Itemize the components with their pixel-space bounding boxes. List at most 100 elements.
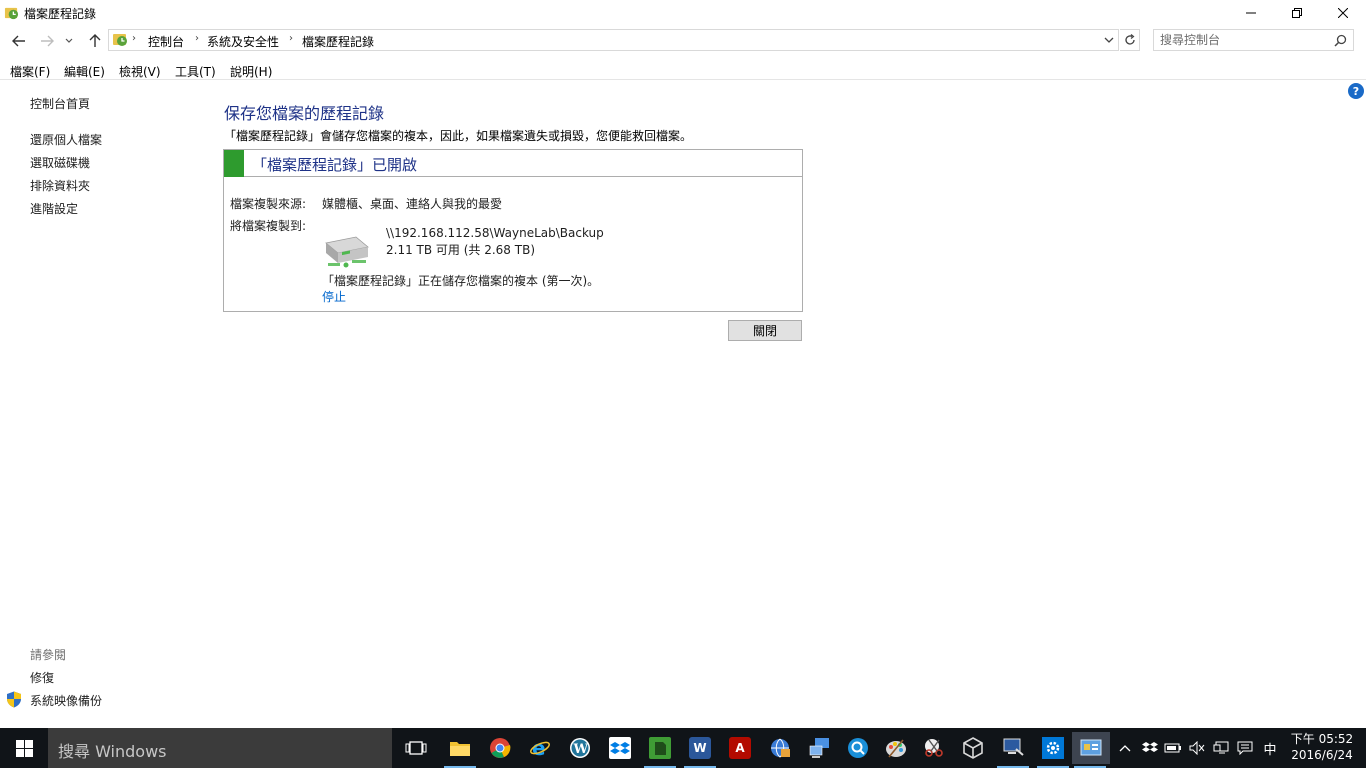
title-bar: 檔案歷程記錄 xyxy=(0,0,1366,26)
tray-network[interactable] xyxy=(1211,728,1231,768)
control-panel-home-link[interactable]: 控制台首頁 xyxy=(30,95,90,112)
breadcrumb-control-panel[interactable]: 控制台 xyxy=(148,33,184,50)
copy-from-label: 檔案複製來源: xyxy=(230,197,307,211)
search-box[interactable] xyxy=(1153,29,1354,51)
system-image-backup-link[interactable]: 系統映像備份 xyxy=(30,692,102,709)
select-drive-link[interactable]: 選取磁碟機 xyxy=(30,154,90,171)
taskbar-settings[interactable] xyxy=(1035,732,1071,768)
clock-time: 下午 05:52 xyxy=(1290,732,1354,746)
menu-file[interactable]: 檔案(F) xyxy=(10,63,50,80)
taskbar-wordpress[interactable]: W xyxy=(562,732,598,764)
status-indicator xyxy=(224,150,244,177)
battery-icon xyxy=(1164,743,1181,753)
page-title: 保存您檔案的歷程記錄 xyxy=(224,104,385,123)
minimize-icon xyxy=(1246,12,1256,14)
internet-explorer-icon: e xyxy=(530,737,550,759)
close-button[interactable]: 關閉 xyxy=(728,320,802,341)
tray-volume[interactable] xyxy=(1187,728,1207,768)
remote-desktop-icon xyxy=(809,738,829,758)
taskbar-snipping-tool[interactable] xyxy=(916,732,952,764)
recent-locations-button[interactable] xyxy=(62,31,76,51)
tray-ime[interactable]: 中 xyxy=(1259,728,1281,768)
scissors-icon xyxy=(925,739,943,757)
breadcrumb-separator[interactable]: › xyxy=(289,33,293,44)
file-history-icon xyxy=(4,7,19,20)
taskbar-chrome[interactable] xyxy=(482,732,518,764)
status-header: 「檔案歷程記錄」已開啟 xyxy=(224,150,802,177)
back-button[interactable] xyxy=(9,31,29,51)
taskbar-network-tool[interactable] xyxy=(762,732,798,764)
taskbar-control-panel[interactable] xyxy=(1072,732,1110,768)
taskbar-word[interactable]: W xyxy=(682,732,718,768)
page-description: 「檔案歷程記錄」會儲存您檔案的複本，因此，如果檔案遺失或損毀，您便能救回檔案。 xyxy=(224,129,693,143)
close-icon xyxy=(1338,8,1348,18)
chevron-up-icon xyxy=(1119,745,1131,752)
taskbar-remote-connection[interactable] xyxy=(995,732,1031,768)
copy-to-label: 將檔案複製到: xyxy=(230,219,307,233)
recovery-link[interactable]: 修復 xyxy=(30,669,54,686)
restore-personal-files-link[interactable]: 還原個人檔案 xyxy=(30,131,102,148)
menu-help[interactable]: 說明(H) xyxy=(230,63,272,80)
evernote-icon xyxy=(649,737,671,759)
taskbar-dropbox[interactable] xyxy=(602,732,638,764)
notification-icon xyxy=(1237,741,1253,755)
see-also-heading: 請參閱 xyxy=(30,648,67,662)
advanced-settings-link[interactable]: 進階設定 xyxy=(30,200,78,217)
taskbar-acrobat[interactable]: A xyxy=(722,732,758,764)
control-panel-icon xyxy=(1080,739,1102,756)
network-drive-icon xyxy=(325,236,369,268)
task-view-button[interactable] xyxy=(398,732,434,764)
arrow-up-icon xyxy=(89,34,101,47)
taskbar-paint[interactable] xyxy=(878,732,914,764)
shield-icon xyxy=(7,691,21,708)
word-icon: W xyxy=(689,737,711,759)
breadcrumb-file-history[interactable]: 檔案歷程記錄 xyxy=(302,33,374,50)
status-title: 「檔案歷程記錄」已開啟 xyxy=(252,156,418,174)
copy-from-value: 媒體櫃、桌面、連絡人與我的最愛 xyxy=(322,197,503,211)
taskbar-file-explorer[interactable] xyxy=(442,732,478,768)
tray-dropbox[interactable] xyxy=(1140,728,1160,768)
breadcrumb-system-security[interactable]: 系統及安全性 xyxy=(207,33,279,50)
minimize-button[interactable] xyxy=(1228,0,1274,26)
network-globe-icon xyxy=(771,738,790,758)
menu-tools[interactable]: 工具(T) xyxy=(175,63,216,80)
forward-button[interactable] xyxy=(37,31,57,51)
refresh-icon xyxy=(1124,34,1135,45)
tray-action-center[interactable] xyxy=(1235,728,1255,768)
close-window-button[interactable] xyxy=(1320,0,1366,26)
tray-battery[interactable] xyxy=(1163,728,1183,768)
taskbar: 搜尋 Windows e W W A 中 下午 05:52 2016/6/24 xyxy=(0,728,1366,768)
restore-icon xyxy=(1292,8,1302,18)
drive-path: \\192.168.112.58\WayneLab\Backup xyxy=(386,226,604,240)
taskbar-virtualbox[interactable] xyxy=(955,732,991,764)
clock-date: 2016/6/24 xyxy=(1291,748,1353,762)
show-hidden-icons-button[interactable] xyxy=(1116,728,1134,768)
start-button[interactable] xyxy=(0,728,48,768)
chrome-icon xyxy=(490,738,511,758)
stop-link[interactable]: 停止 xyxy=(322,288,346,305)
dropbox-icon xyxy=(609,737,631,759)
taskbar-search[interactable]: 搜尋 Windows xyxy=(48,728,392,768)
exclude-folders-link[interactable]: 排除資料夾 xyxy=(30,177,90,194)
magnifier-icon xyxy=(848,738,868,758)
taskbar-search-app[interactable] xyxy=(840,732,876,764)
help-icon[interactable]: ? xyxy=(1348,83,1364,99)
dropbox-tray-icon xyxy=(1142,742,1158,752)
breadcrumb-separator[interactable]: › xyxy=(195,33,199,44)
menu-view[interactable]: 檢視(V) xyxy=(119,63,161,80)
folder-icon xyxy=(450,742,470,756)
taskbar-internet-explorer[interactable]: e xyxy=(522,732,558,764)
taskbar-remote-desktop[interactable] xyxy=(802,732,838,764)
address-bar[interactable]: › 控制台 › 系統及安全性 › 檔案歷程記錄 xyxy=(108,29,1119,51)
search-icon[interactable] xyxy=(1334,34,1347,47)
breadcrumb-separator[interactable]: › xyxy=(132,33,136,44)
navigation-bar: › 控制台 › 系統及安全性 › 檔案歷程記錄 xyxy=(0,28,1366,54)
clock[interactable]: 下午 05:52 2016/6/24 xyxy=(1284,731,1360,763)
restore-button[interactable] xyxy=(1274,0,1320,26)
chevron-down-icon[interactable] xyxy=(1102,33,1116,47)
taskbar-evernote[interactable] xyxy=(642,732,678,768)
search-input[interactable] xyxy=(1160,32,1330,48)
menu-edit[interactable]: 編輯(E) xyxy=(64,63,105,80)
refresh-button[interactable] xyxy=(1120,29,1140,51)
up-button[interactable] xyxy=(85,31,105,51)
